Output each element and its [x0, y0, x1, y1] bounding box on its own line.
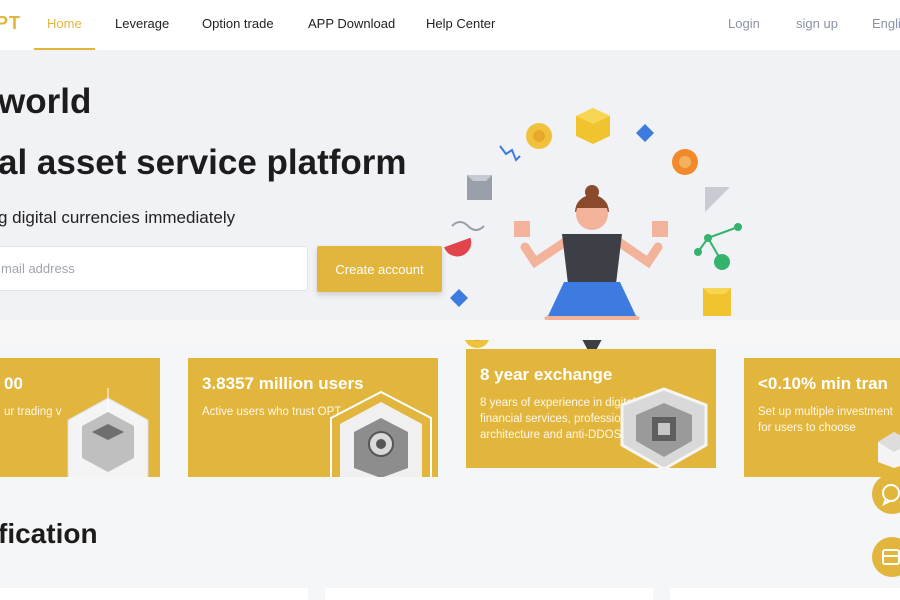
diamond-icon [450, 289, 468, 307]
stat-card-2: 3.8357 million users Active users who tr… [188, 358, 438, 477]
molecule-icon [714, 254, 730, 270]
nav-home[interactable]: Home [47, 16, 82, 31]
email-input[interactable] [0, 246, 308, 291]
card-title: 00 [4, 374, 23, 393]
server-illustration [330, 390, 432, 477]
divider-strip [0, 320, 900, 340]
hero-section: world al asset service platform g digita… [0, 50, 900, 368]
login-link[interactable]: Login [728, 16, 760, 31]
nav-option-trade[interactable]: Option trade [202, 16, 274, 31]
nav-leverage[interactable]: Leverage [115, 16, 169, 31]
app-download-icon [882, 549, 900, 565]
nav-app-download[interactable]: APP Download [308, 16, 395, 31]
hero-subtitle: g digital currencies immediately [0, 208, 236, 227]
create-account-button[interactable]: Create account [317, 246, 442, 292]
logo[interactable]: PT [0, 13, 21, 34]
platform-illustration [67, 388, 149, 477]
card-title: 8 year exchange [480, 365, 613, 384]
shape-icon [705, 187, 730, 212]
bottom-card [0, 588, 308, 600]
card-title: <0.10% min tran [758, 374, 888, 393]
section-title: fication [0, 518, 98, 549]
bottom-card [325, 588, 653, 600]
shape-icon [444, 237, 472, 257]
top-navbar: PT Home Leverage Option trade APP Downlo… [0, 0, 900, 50]
signup-link[interactable]: sign up [796, 16, 838, 31]
app-download-button[interactable] [872, 537, 900, 577]
hero-title-line2: al asset service platform [0, 143, 407, 182]
diamond-icon [636, 124, 654, 142]
stat-card-4: <0.10% min tran Set up multiple investme… [744, 358, 900, 477]
nav-help-center[interactable]: Help Center [426, 16, 495, 31]
stat-card-1: 00 ur trading v [0, 358, 160, 477]
chat-button[interactable] [872, 474, 900, 514]
hero-title-line1: world [0, 82, 92, 121]
shield-illustration [620, 387, 708, 468]
bottom-card [670, 588, 900, 600]
language-selector[interactable]: Engli [872, 16, 900, 31]
cube-illustration [878, 432, 900, 468]
stat-card-3: 8 year exchange 8 years of experience in… [466, 349, 716, 468]
chat-icon [882, 484, 900, 507]
